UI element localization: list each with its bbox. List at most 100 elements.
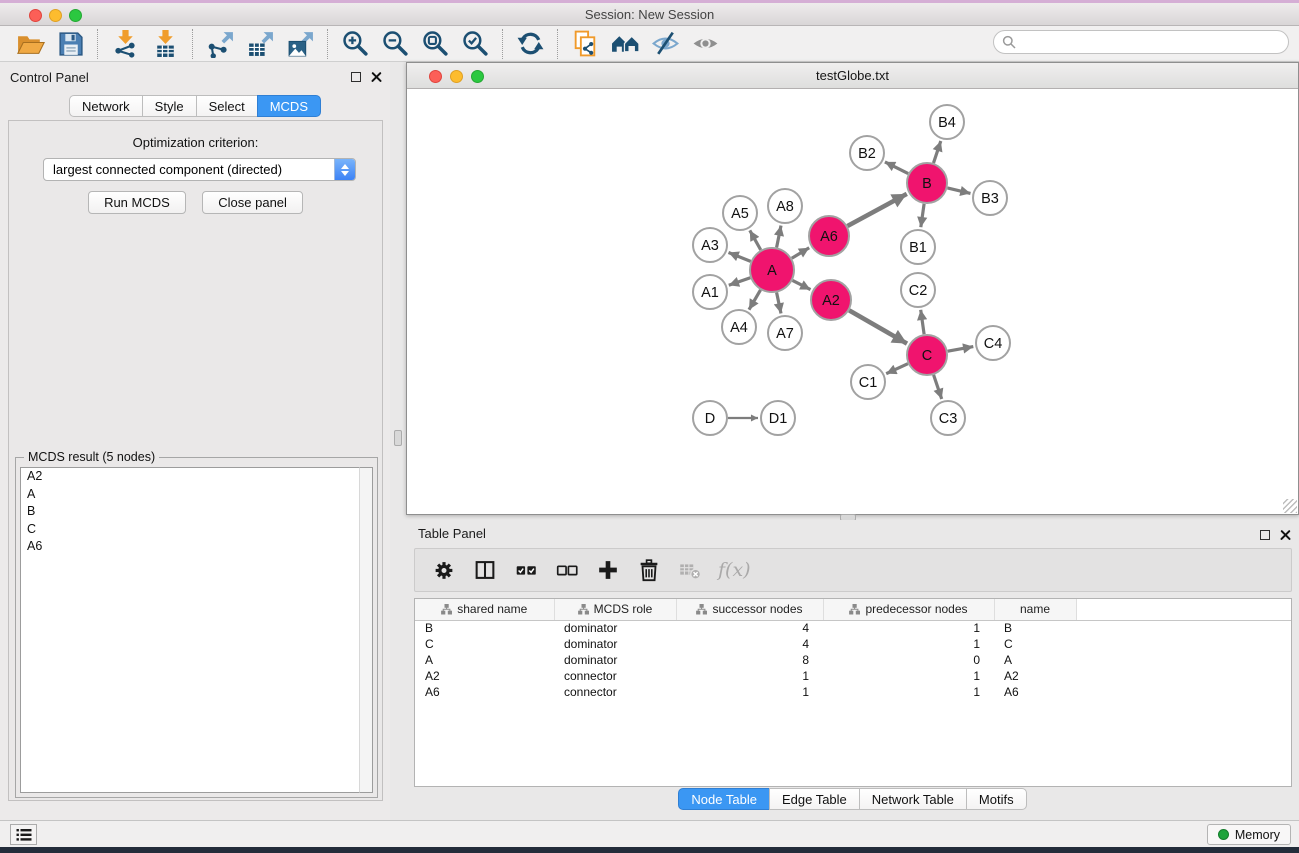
table-cell[interactable]: A: [415, 652, 554, 668]
graph-edge[interactable]: [749, 290, 761, 310]
network-window-titlebar[interactable]: testGlobe.txt: [407, 63, 1298, 89]
mcds-result-item[interactable]: B: [21, 503, 372, 521]
graph-edge[interactable]: [934, 141, 941, 163]
deselect-all-button[interactable]: [550, 553, 584, 587]
table-cell[interactable]: 4: [676, 620, 823, 636]
new-session-from-network-button[interactable]: [565, 28, 605, 60]
run-mcds-button[interactable]: Run MCDS: [88, 191, 186, 214]
import-network-button[interactable]: [105, 28, 145, 60]
column-header-successor-nodes[interactable]: successor nodes: [676, 599, 823, 620]
table-cell[interactable]: C: [994, 636, 1076, 652]
zoom-fit-button[interactable]: [415, 28, 455, 60]
export-network-button[interactable]: [200, 28, 240, 60]
graph-edge[interactable]: [729, 253, 751, 262]
close-table-panel-icon[interactable]: [1280, 529, 1291, 540]
mcds-result-list[interactable]: A2ABCA6: [20, 467, 373, 793]
memory-button[interactable]: Memory: [1207, 824, 1291, 845]
search-input[interactable]: [993, 30, 1289, 54]
column-header-predecessor-nodes[interactable]: predecessor nodes: [823, 599, 994, 620]
select-all-button[interactable]: [509, 553, 543, 587]
tab-mcds[interactable]: MCDS: [257, 95, 321, 117]
tab-node-table[interactable]: Node Table: [678, 788, 770, 810]
zoom-selected-button[interactable]: [455, 28, 495, 60]
vertical-split-handle[interactable]: [394, 430, 402, 446]
zoom-in-button[interactable]: [335, 28, 375, 60]
home-button[interactable]: [605, 28, 645, 60]
tab-edge-table[interactable]: Edge Table: [769, 788, 860, 810]
tab-motifs[interactable]: Motifs: [966, 788, 1027, 810]
mcds-result-item[interactable]: A: [21, 486, 372, 504]
table-cell[interactable]: B: [994, 620, 1076, 636]
graph-edge[interactable]: [921, 204, 924, 227]
table-cell[interactable]: 1: [676, 684, 823, 700]
import-table-button[interactable]: [145, 28, 185, 60]
graph-edge[interactable]: [948, 347, 974, 352]
table-row[interactable]: Cdominator41C: [415, 636, 1291, 652]
function-builder-button[interactable]: f(x): [714, 559, 751, 581]
table-cell[interactable]: B: [415, 620, 554, 636]
table-row[interactable]: A2connector11A2: [415, 668, 1291, 684]
export-image-button[interactable]: [280, 28, 320, 60]
graph-edge[interactable]: [921, 310, 924, 334]
table-cell[interactable]: 1: [823, 684, 994, 700]
float-table-panel-icon[interactable]: [1260, 530, 1270, 540]
graph-edge[interactable]: [729, 278, 751, 286]
table-cell[interactable]: 1: [823, 636, 994, 652]
table-cell[interactable]: dominator: [554, 620, 676, 636]
mcds-result-item[interactable]: A6: [21, 538, 372, 556]
result-list-scrollbar[interactable]: [359, 467, 373, 793]
column-header-mcds-role[interactable]: MCDS role: [554, 599, 676, 620]
table-cell[interactable]: A: [994, 652, 1076, 668]
add-column-button[interactable]: [591, 553, 625, 587]
gear-button[interactable]: [427, 553, 461, 587]
columns-button[interactable]: [468, 553, 502, 587]
table-cell[interactable]: dominator: [554, 636, 676, 652]
tab-select[interactable]: Select: [196, 95, 258, 117]
graph-edge[interactable]: [750, 230, 761, 250]
save-session-button[interactable]: [50, 28, 90, 60]
graph-edge[interactable]: [777, 226, 781, 248]
task-history-button[interactable]: [10, 824, 37, 845]
table-row[interactable]: Adominator80A: [415, 652, 1291, 668]
table-cell[interactable]: 1: [823, 620, 994, 636]
close-panel-button[interactable]: Close panel: [202, 191, 303, 214]
table-cell[interactable]: A6: [415, 684, 554, 700]
table-cell[interactable]: dominator: [554, 652, 676, 668]
table-cell[interactable]: A6: [994, 684, 1076, 700]
table-cell[interactable]: A2: [415, 668, 554, 684]
tab-network-table[interactable]: Network Table: [859, 788, 967, 810]
table-row[interactable]: Bdominator41B: [415, 620, 1291, 636]
tab-style[interactable]: Style: [142, 95, 197, 117]
delete-table-button[interactable]: [673, 553, 707, 587]
window-resize-grip[interactable]: [1283, 499, 1297, 513]
table-cell[interactable]: C: [415, 636, 554, 652]
table-cell[interactable]: A2: [994, 668, 1076, 684]
graph-edge[interactable]: [885, 162, 908, 174]
close-panel-icon[interactable]: [371, 71, 382, 82]
zoom-out-button[interactable]: [375, 28, 415, 60]
graph-edge[interactable]: [886, 364, 908, 374]
table-row[interactable]: A6connector11A6: [415, 684, 1291, 700]
table-cell[interactable]: connector: [554, 668, 676, 684]
graph-edge[interactable]: [849, 310, 907, 343]
network-canvas[interactable]: AA6A2BCA1A3A4A5A7A8B1B2B3B4C1C2C3C4DD1: [407, 89, 1298, 514]
graph-edge[interactable]: [934, 375, 942, 399]
table-cell[interactable]: connector: [554, 684, 676, 700]
mcds-result-item[interactable]: C: [21, 521, 372, 539]
mcds-result-item[interactable]: A2: [21, 468, 372, 486]
graph-edge[interactable]: [947, 188, 970, 194]
table-cell[interactable]: 1: [676, 668, 823, 684]
table-cell[interactable]: 0: [823, 652, 994, 668]
refresh-button[interactable]: [510, 28, 550, 60]
open-session-button[interactable]: [10, 28, 50, 60]
eye-slash-button[interactable]: [645, 28, 685, 60]
table-cell[interactable]: 1: [823, 668, 994, 684]
column-header-name[interactable]: name: [994, 599, 1076, 620]
delete-button[interactable]: [632, 553, 666, 587]
graph-edge[interactable]: [777, 293, 781, 314]
column-header-shared-name[interactable]: shared name: [415, 599, 554, 620]
graph-edge[interactable]: [792, 248, 809, 258]
criterion-select[interactable]: largest connected component (directed): [43, 158, 356, 181]
network-graph[interactable]: AA6A2BCA1A3A4A5A7A8B1B2B3B4C1C2C3C4DD1: [407, 89, 1298, 514]
tab-network[interactable]: Network: [69, 95, 143, 117]
